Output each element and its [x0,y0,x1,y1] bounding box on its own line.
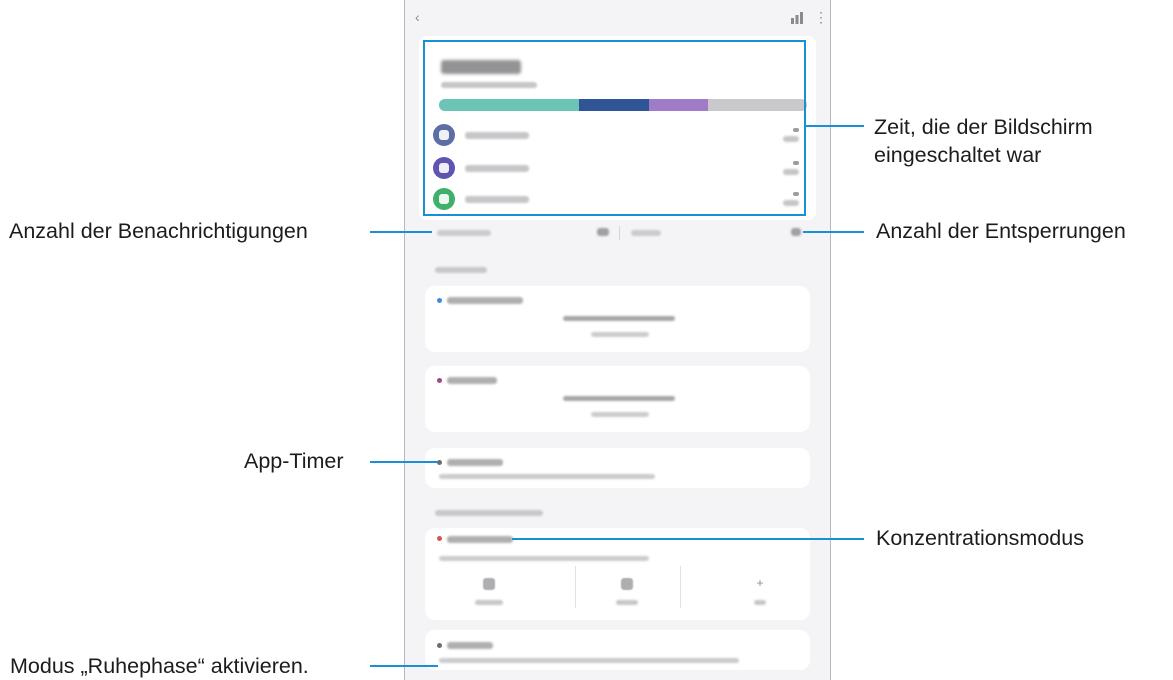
goal-card-title-1 [447,297,523,304]
callout-screen-time-line1: Zeit, die der Bildschirm [874,115,1093,139]
leader-bedtime [370,665,438,667]
leader-unlocks [803,231,864,233]
settings-app-icon [433,124,455,146]
callout-bedtime: Modus „Ruhephase“ aktivieren. [10,654,309,678]
back-arrow-icon[interactable]: ‹ [415,10,427,24]
app-bar: ‹ ⋮ [405,0,830,36]
app-usage-row-1[interactable] [433,124,799,148]
app-timer-title [447,459,503,466]
stats-divider [619,226,620,240]
app-name-2 [465,165,529,172]
goal-card-text-1 [563,316,675,321]
focus-option-add[interactable]: + [715,576,803,618]
app-time-3 [781,192,799,207]
focus-mode-card[interactable]: + [425,528,810,620]
bedtime-title [447,642,493,649]
focus-mode-desc [439,556,649,561]
bedtime-card[interactable] [425,630,810,670]
callout-notifications: Anzahl der Benachrichtigungen [9,219,308,243]
disconnect-section-title [435,510,543,516]
phone-screenshot: ‹ ⋮ + [404,0,831,680]
notifications-label [437,230,491,236]
focus-option-work[interactable] [445,578,533,618]
bedtime-desc [439,658,739,663]
callout-screen-time: Zeit, die der Bildschirm eingeschaltet w… [874,113,1093,169]
app-timer-card[interactable] [425,448,810,488]
goal-card-text-2 [563,396,675,401]
usage-segment-app2 [578,99,649,111]
messages-app-icon [433,157,455,179]
goal-card-title-2 [447,377,497,384]
leader-app-timer [370,461,438,463]
more-options-icon[interactable]: ⋮ [814,8,828,26]
focus-mode-icon [437,536,442,541]
app-usage-row-3[interactable] [433,188,799,212]
callout-unlocks: Anzahl der Entsperrungen [876,219,1126,243]
usage-bar [439,99,807,111]
app-timer-desc [439,474,655,479]
unlocks-count [791,228,801,236]
app-time-2 [781,161,799,176]
usage-segment-app3 [648,99,708,111]
goal-dot-2 [437,378,442,383]
goal-card-sub-1 [591,332,649,337]
focus-mode-title [447,536,513,543]
chart-icon[interactable] [790,12,804,24]
app-timer-goal-card[interactable] [425,366,810,432]
screen-time-subtitle [441,82,537,88]
leader-notifications [370,231,432,233]
stats-row [419,222,816,244]
notifications-count [597,228,609,236]
focus-separator-1 [575,566,576,608]
screen-time-goal-card[interactable] [425,286,810,352]
goal-dot-1 [437,298,442,303]
usage-segment-app1 [439,99,579,111]
app-name-1 [465,132,529,139]
bedtime-icon [437,643,442,648]
goal-card-sub-2 [591,412,649,417]
callout-app-timer: App-Timer [244,449,344,473]
screen-time-total [441,60,521,74]
app-name-3 [465,196,529,203]
screen-time-card[interactable] [419,36,816,220]
app-usage-row-2[interactable] [433,157,799,181]
usage-segment-other [707,99,807,111]
phone-app-icon [433,188,455,210]
callout-screen-time-line2: eingeschaltet war [874,143,1042,167]
leader-screen-time [806,125,864,127]
goals-section-title [435,267,487,273]
focus-separator-2 [680,566,681,608]
leader-focus-mode [512,538,864,540]
app-time-1 [781,128,799,143]
focus-option-study[interactable] [583,578,671,618]
unlocks-label [631,230,661,236]
callout-focus-mode: Konzentrationsmodus [876,526,1084,550]
